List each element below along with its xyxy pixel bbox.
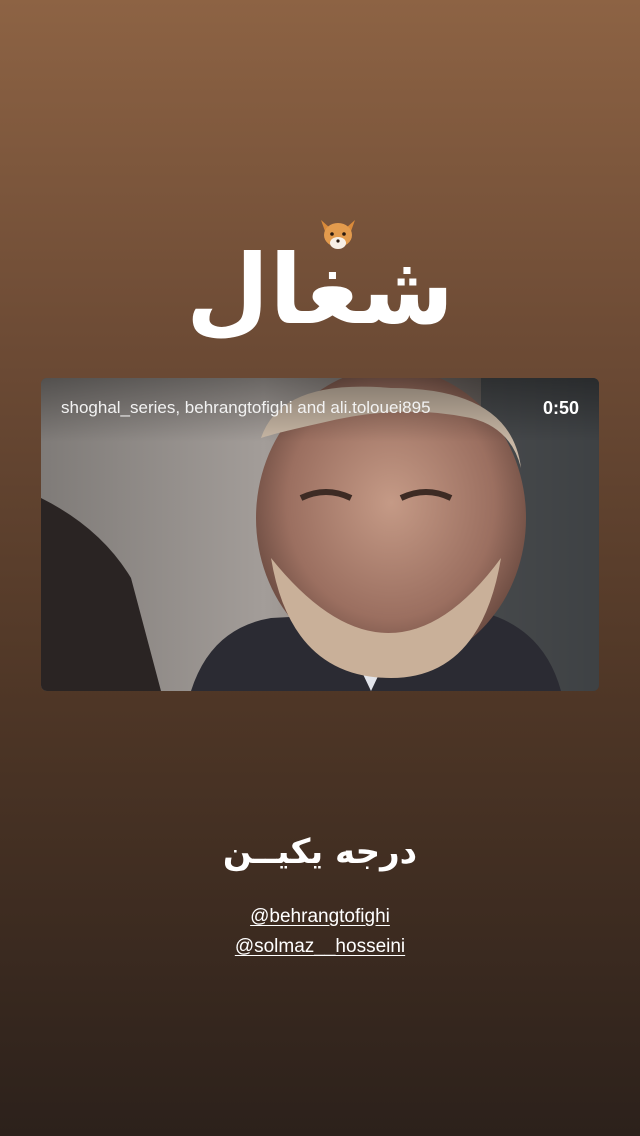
logo-title: شغال: [186, 234, 454, 346]
video-preview[interactable]: shoghal_series, behrangtofighi and ali.t…: [41, 378, 599, 691]
mention-link[interactable]: @solmaz__hosseini: [0, 936, 640, 958]
video-credits[interactable]: shoghal_series, behrangtofighi and ali.t…: [61, 398, 521, 418]
video-duration: 0:50: [542, 398, 579, 418]
story-subtitle: درجه یکیــن: [222, 832, 418, 872]
mention-link[interactable]: @behrangtofighi: [0, 906, 640, 928]
story-logo: شغال: [160, 172, 480, 372]
